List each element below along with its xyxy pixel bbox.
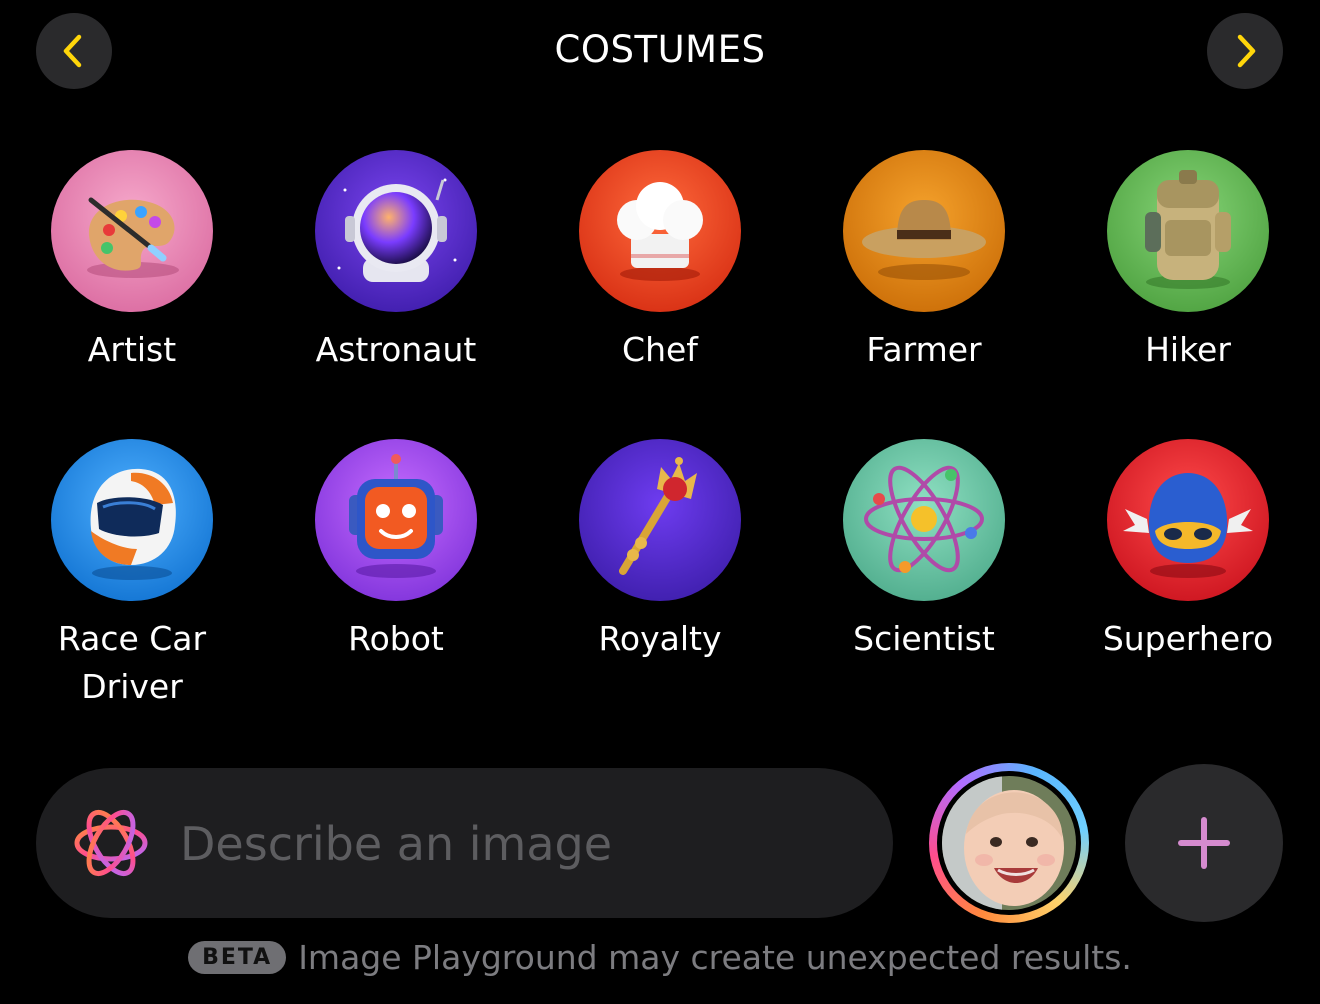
costume-tile-hiker[interactable]: Hiker xyxy=(1056,150,1320,374)
chevron-right-icon xyxy=(1237,34,1256,68)
beta-disclaimer: BETA Image Playground may create unexpec… xyxy=(0,938,1320,977)
person-select-button[interactable] xyxy=(929,763,1089,923)
baby-photo-avatar xyxy=(942,776,1076,910)
costume-tile-artist[interactable]: Artist xyxy=(0,150,264,374)
costume-label: Artist xyxy=(87,330,177,369)
costume-tile-superhero[interactable]: Superhero xyxy=(1056,439,1320,663)
atom-icon xyxy=(843,439,1005,601)
costume-tile-scientist[interactable]: Scientist xyxy=(792,439,1056,663)
superhero-mask-icon xyxy=(1107,439,1269,601)
costume-tile-race-car-driver[interactable]: Race Car Driver xyxy=(0,439,264,711)
costume-label: Chef xyxy=(622,330,698,369)
costume-label: Race Car Driver xyxy=(57,619,207,706)
category-title: COSTUMES xyxy=(554,28,766,71)
image-playground-screen: COSTUMES Artist Astronaut Chef Farmer Hi… xyxy=(0,0,1320,1004)
plus-icon xyxy=(1178,817,1230,869)
costume-label: Astronaut xyxy=(315,330,477,369)
costume-tile-chef[interactable]: Chef xyxy=(528,150,792,374)
next-category-button[interactable] xyxy=(1207,13,1283,89)
robot-head-icon xyxy=(315,439,477,601)
beta-badge: BETA xyxy=(188,941,287,974)
costume-label: Farmer xyxy=(866,330,982,369)
costume-label: Hiker xyxy=(1145,330,1231,369)
backpack-icon xyxy=(1107,150,1269,312)
costume-label: Robot xyxy=(348,619,444,658)
costume-tile-farmer[interactable]: Farmer xyxy=(792,150,1056,374)
disclaimer-text: Image Playground may create unexpected r… xyxy=(298,938,1132,977)
costume-tile-robot[interactable]: Robot xyxy=(264,439,528,663)
costume-label: Royalty xyxy=(598,619,722,658)
image-playground-icon xyxy=(74,809,148,877)
costume-label: Scientist xyxy=(853,619,995,658)
straw-hat-icon xyxy=(843,150,1005,312)
racing-helmet-icon xyxy=(51,439,213,601)
person-ring-inner xyxy=(937,771,1081,915)
costume-tile-astronaut[interactable]: Astronaut xyxy=(264,150,528,374)
scepter-icon xyxy=(579,439,741,601)
paint-palette-icon xyxy=(51,150,213,312)
costume-label: Superhero xyxy=(1102,619,1274,658)
astronaut-helmet-icon xyxy=(315,150,477,312)
describe-image-input[interactable] xyxy=(178,808,862,880)
chef-hat-icon xyxy=(579,150,741,312)
add-button[interactable] xyxy=(1125,764,1283,922)
describe-image-field[interactable] xyxy=(36,768,893,918)
costume-tile-royalty[interactable]: Royalty xyxy=(528,439,792,663)
